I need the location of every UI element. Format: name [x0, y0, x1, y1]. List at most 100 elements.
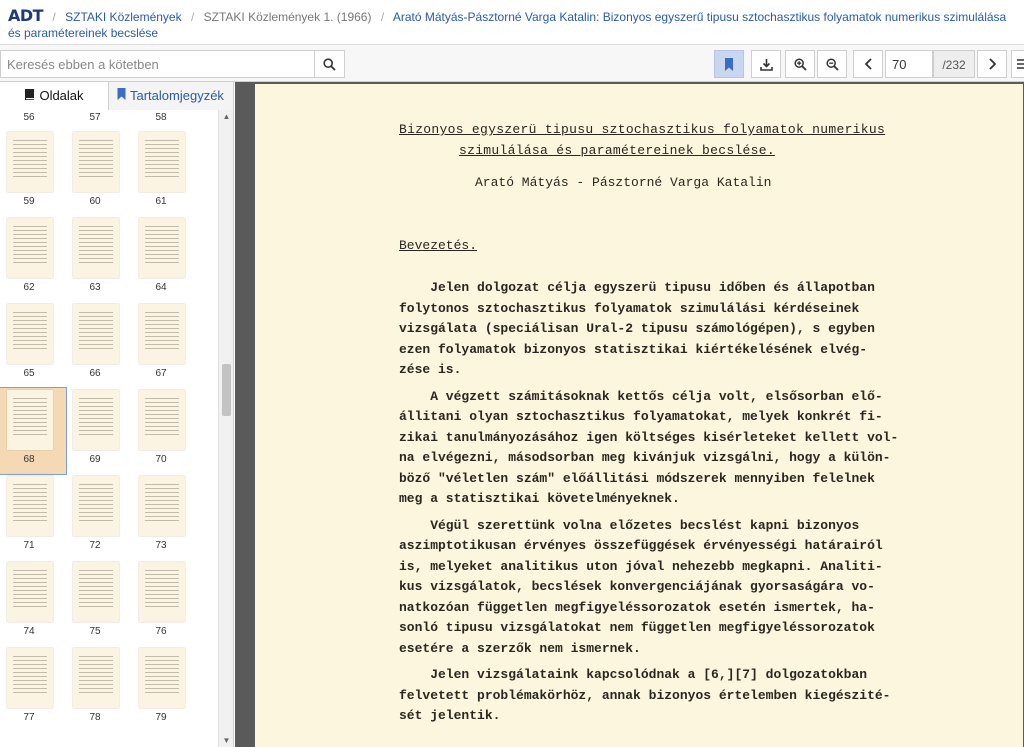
page-thumbnail-number: 78	[89, 712, 101, 723]
page-preview	[139, 390, 185, 450]
zoom-out-icon	[825, 57, 839, 71]
page-thumbnail[interactable]: 57	[66, 110, 132, 130]
page-thumbnails: 56 57 58 59 60 61 62 63 64 65 66 67 68 6…	[0, 110, 218, 747]
document-page: Bizonyos egyszerü tipusu sztochasztikus …	[255, 84, 1023, 747]
page-number-input[interactable]	[885, 50, 933, 78]
page-total: /232	[933, 50, 975, 78]
page-preview	[7, 648, 53, 708]
thumbnail-row: 62 63 64	[0, 216, 218, 302]
thumbnail-row: 56 57 58	[0, 110, 218, 130]
document-text: Bizonyos egyszerü tipusu sztochasztikus …	[399, 120, 959, 727]
menu-icon	[1016, 59, 1024, 69]
breadcrumb: ADT / SZTAKI Közlemények / SZTAKI Közlem…	[0, 0, 1024, 44]
document-viewer[interactable]: Bizonyos egyszerü tipusu sztochasztikus …	[235, 82, 1024, 747]
page-thumbnail[interactable]: 77	[0, 646, 66, 732]
viewer-toolbar: /232	[0, 44, 1024, 82]
next-page-button[interactable]	[977, 50, 1007, 78]
page-thumbnail[interactable]: 75	[66, 560, 132, 646]
search-input[interactable]	[1, 51, 314, 77]
thumbnail-row: 68 69 70	[0, 387, 218, 475]
scrollbar-thumb[interactable]	[222, 364, 231, 416]
page-thumbnail-selected[interactable]: 68	[0, 387, 67, 475]
page-thumbnail-number: 74	[23, 626, 35, 637]
tab-pages[interactable]: Oldalak	[0, 82, 108, 110]
search-box	[0, 50, 345, 78]
zoom-in-icon	[793, 57, 807, 71]
page-preview	[139, 476, 185, 536]
download-icon	[759, 58, 773, 71]
page-preview	[7, 304, 53, 364]
page-thumbnail[interactable]: 71	[0, 474, 66, 560]
page-thumbnail-number: 70	[155, 454, 167, 465]
page-thumbnail-number: 62	[23, 282, 35, 293]
tab-pages-label: Oldalak	[39, 88, 84, 103]
page-thumbnail-number: 67	[155, 368, 167, 379]
page-thumbnail[interactable]: 74	[0, 560, 66, 646]
page-thumbnail[interactable]: 56	[0, 110, 66, 130]
page-thumbnail[interactable]: 58	[132, 110, 198, 130]
page-preview	[7, 476, 53, 536]
page-thumbnail-number: 61	[155, 196, 167, 207]
zoom-out-button[interactable]	[817, 50, 847, 78]
page-thumbnail[interactable]: 65	[0, 302, 66, 388]
page-thumbnail-number: 71	[23, 540, 35, 551]
page-thumbnail[interactable]: 76	[132, 560, 198, 646]
page-thumbnail[interactable]: 79	[132, 646, 198, 732]
page-thumbnail[interactable]: 59	[0, 130, 66, 216]
page-thumbnail[interactable]: 61	[132, 130, 198, 216]
page-preview	[7, 132, 53, 192]
page-thumbnail-number: 69	[89, 454, 101, 465]
tab-toc-label: Tartalomjegyzék	[130, 88, 224, 103]
page-thumbnail[interactable]: 63	[66, 216, 132, 302]
page-thumbnail-number: 58	[155, 112, 167, 123]
thumbnail-row: 59 60 61	[0, 130, 218, 216]
page-thumbnail-number: 76	[155, 626, 167, 637]
breadcrumb-separator: /	[52, 10, 56, 24]
previous-page-button[interactable]	[853, 50, 883, 78]
page-thumbnail-number: 65	[23, 368, 35, 379]
page-preview	[73, 390, 119, 450]
zoom-in-button[interactable]	[785, 50, 815, 78]
sidebar-scrollbar[interactable]: ▲ ▼	[218, 110, 233, 747]
page-preview	[139, 562, 185, 622]
bookmark-button[interactable]	[714, 50, 744, 78]
page-preview	[73, 648, 119, 708]
page-preview	[139, 304, 185, 364]
breadcrumb-volume[interactable]: SZTAKI Közlemények 1. (1966)	[204, 10, 372, 24]
page-thumbnail[interactable]: 66	[66, 302, 132, 388]
page-preview	[73, 476, 119, 536]
thumbnail-row: 77 78 79	[0, 646, 218, 732]
more-menu-button[interactable]	[1011, 50, 1024, 78]
page-preview	[73, 218, 119, 278]
page-thumbnail[interactable]: 69	[66, 388, 132, 474]
page-thumbnail[interactable]: 78	[66, 646, 132, 732]
section-heading: Bevezetés.	[399, 237, 478, 253]
breadcrumb-link-series[interactable]: SZTAKI Közlemények	[65, 10, 181, 24]
page-thumbnail[interactable]: 60	[66, 130, 132, 216]
document-title-line-1: Bizonyos egyszerü tipusu sztochasztikus …	[399, 122, 886, 137]
scroll-up-icon[interactable]: ▲	[219, 112, 234, 121]
page-preview	[7, 390, 53, 450]
breadcrumb-separator: /	[190, 10, 195, 24]
page-thumbnail-number: 56	[23, 112, 35, 123]
bookmark-icon	[117, 88, 126, 100]
page-thumbnail-number: 73	[155, 540, 167, 551]
page-thumbnail[interactable]: 70	[132, 388, 198, 474]
page-thumbnail-number: 57	[89, 112, 101, 123]
page-thumbnail[interactable]: 73	[132, 474, 198, 560]
scroll-down-icon[interactable]: ▼	[219, 736, 234, 745]
page-thumbnail[interactable]: 62	[0, 216, 66, 302]
page-thumbnail-number: 60	[89, 196, 101, 207]
page-thumbnail[interactable]: 64	[132, 216, 198, 302]
chevron-left-icon	[864, 58, 872, 70]
page-thumbnail-number: 59	[23, 196, 35, 207]
tab-table-of-contents[interactable]: Tartalomjegyzék	[108, 82, 233, 110]
page-thumbnail[interactable]: 67	[132, 302, 198, 388]
paragraph: Jelen vizsgálataink kapcsolódnak a [6,][…	[399, 667, 891, 723]
page-thumbnail-number: 75	[89, 626, 101, 637]
download-button[interactable]	[751, 50, 781, 78]
adt-logo[interactable]: ADT	[8, 6, 44, 25]
page-thumbnail[interactable]: 72	[66, 474, 132, 560]
search-button[interactable]	[314, 51, 344, 77]
thumbnail-row: 65 66 67	[0, 302, 218, 388]
